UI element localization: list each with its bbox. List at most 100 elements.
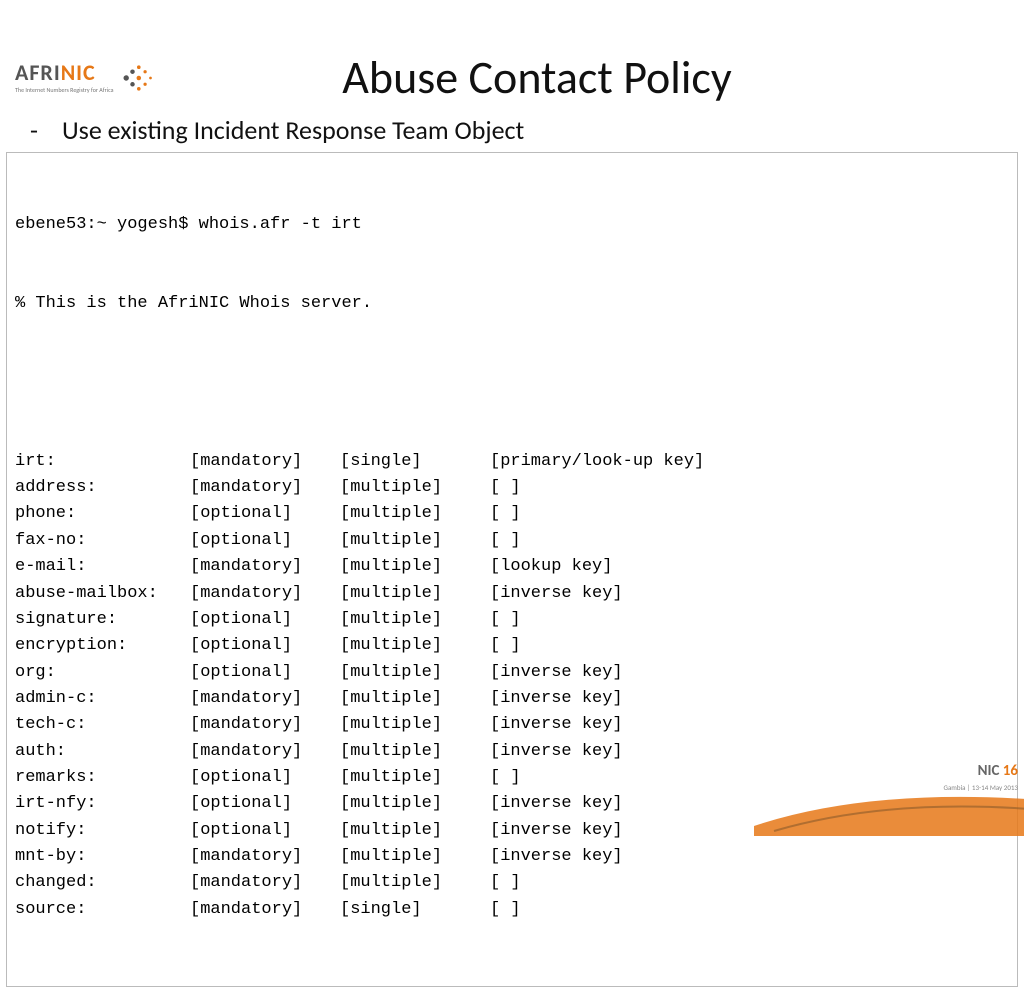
schema-cell-name: auth:	[15, 739, 190, 765]
schema-row: phone:[optional][multiple][ ]	[15, 501, 1009, 527]
schema-cell-key: [primary/look-up key]	[490, 449, 1009, 475]
schema-cell-key: [ ]	[490, 607, 1009, 633]
schema-cell-key: [inverse key]	[490, 844, 1009, 870]
schema-cell-name: tech-c:	[15, 712, 190, 738]
schema-cell-card: [single]	[340, 897, 490, 923]
schema-cell-card: [multiple]	[340, 607, 490, 633]
schema-cell-card: [multiple]	[340, 765, 490, 791]
schema-cell-name: irt:	[15, 449, 190, 475]
schema-cell-req: [optional]	[190, 791, 340, 817]
schema-cell-card: [multiple]	[340, 475, 490, 501]
schema-cell-name: signature:	[15, 607, 190, 633]
schema-cell-req: [mandatory]	[190, 844, 340, 870]
schema-row: fax-no:[optional][multiple][ ]	[15, 528, 1009, 554]
schema-row: signature:[optional][multiple][ ]	[15, 607, 1009, 633]
schema-cell-req: [optional]	[190, 660, 340, 686]
schema-table: irt:[mandatory][single][primary/look-up …	[15, 449, 1009, 923]
schema-cell-req: [optional]	[190, 633, 340, 659]
schema-cell-name: phone:	[15, 501, 190, 527]
slide-title: Abuse Contact Policy	[50, 50, 1024, 106]
schema-cell-key: [ ]	[490, 528, 1009, 554]
schema-cell-name: changed:	[15, 870, 190, 896]
schema-cell-name: mnt-by:	[15, 844, 190, 870]
schema-cell-req: [optional]	[190, 528, 340, 554]
schema-cell-key: [ ]	[490, 633, 1009, 659]
brand-dots-icon	[117, 60, 157, 96]
schema-cell-card: [multiple]	[340, 686, 490, 712]
terminal-frame: ebene53:~ yogesh$ whois.afr -t irt % Thi…	[6, 152, 1018, 987]
brand-logo: AFRINIC The Internet Numbers Registry fo…	[15, 60, 157, 96]
schema-cell-card: [multiple]	[340, 870, 490, 896]
swoosh-decoration-icon	[754, 776, 1024, 836]
schema-cell-key: [lookup key]	[490, 554, 1009, 580]
schema-cell-card: [multiple]	[340, 739, 490, 765]
schema-cell-req: [mandatory]	[190, 739, 340, 765]
schema-cell-key: [ ]	[490, 475, 1009, 501]
terminal-line: % This is the AfriNIC Whois server.	[15, 291, 1009, 317]
schema-cell-card: [multiple]	[340, 501, 490, 527]
schema-cell-name: address:	[15, 475, 190, 501]
schema-cell-req: [optional]	[190, 818, 340, 844]
schema-cell-name: e-mail:	[15, 554, 190, 580]
terminal-line: ebene53:~ yogesh$ whois.afr -t irt	[15, 212, 1009, 238]
schema-cell-req: [mandatory]	[190, 712, 340, 738]
schema-cell-key: [inverse key]	[490, 686, 1009, 712]
brand-wordmark: AFRINIC	[15, 62, 113, 84]
schema-cell-card: [multiple]	[340, 818, 490, 844]
schema-row: address:[mandatory][multiple][ ]	[15, 475, 1009, 501]
schema-cell-key: [inverse key]	[490, 712, 1009, 738]
schema-row: changed:[mandatory][multiple][ ]	[15, 870, 1009, 896]
schema-cell-req: [mandatory]	[190, 475, 340, 501]
bullet-text: Use existing Incident Response Team Obje…	[62, 114, 524, 146]
schema-cell-card: [multiple]	[340, 844, 490, 870]
schema-cell-card: [multiple]	[340, 712, 490, 738]
schema-cell-req: [mandatory]	[190, 581, 340, 607]
schema-row: tech-c:[mandatory][multiple][inverse key…	[15, 712, 1009, 738]
terminal-output: ebene53:~ yogesh$ whois.afr -t irt % Thi…	[15, 159, 1009, 976]
schema-cell-card: [multiple]	[340, 554, 490, 580]
schema-row: source:[mandatory][single][ ]	[15, 897, 1009, 923]
schema-cell-card: [multiple]	[340, 581, 490, 607]
schema-cell-req: [optional]	[190, 607, 340, 633]
schema-cell-card: [multiple]	[340, 633, 490, 659]
schema-row: e-mail:[mandatory][multiple][lookup key]	[15, 554, 1009, 580]
schema-row: auth:[mandatory][multiple][inverse key]	[15, 739, 1009, 765]
brand-text-a: AFRI	[15, 59, 61, 86]
schema-cell-req: [optional]	[190, 765, 340, 791]
schema-cell-card: [multiple]	[340, 528, 490, 554]
schema-cell-key: [ ]	[490, 501, 1009, 527]
schema-cell-req: [mandatory]	[190, 554, 340, 580]
schema-cell-key: [inverse key]	[490, 739, 1009, 765]
schema-cell-key: [ ]	[490, 870, 1009, 896]
schema-cell-name: source:	[15, 897, 190, 923]
terminal-blank	[15, 370, 1009, 396]
schema-cell-req: [mandatory]	[190, 897, 340, 923]
schema-cell-name: encryption:	[15, 633, 190, 659]
schema-cell-name: org:	[15, 660, 190, 686]
schema-row: irt:[mandatory][single][primary/look-up …	[15, 449, 1009, 475]
schema-cell-card: [multiple]	[340, 660, 490, 686]
schema-row: admin-c:[mandatory][multiple][inverse ke…	[15, 686, 1009, 712]
bullet-dash: -	[30, 114, 40, 146]
schema-cell-req: [optional]	[190, 501, 340, 527]
schema-cell-name: abuse-mailbox:	[15, 581, 190, 607]
schema-cell-key: [ ]	[490, 897, 1009, 923]
brand-tagline: The Internet Numbers Registry for Africa	[15, 86, 113, 94]
schema-row: mnt-by:[mandatory][multiple][inverse key…	[15, 844, 1009, 870]
bullet-item: - Use existing Incident Response Team Ob…	[30, 114, 1024, 146]
schema-cell-card: [multiple]	[340, 791, 490, 817]
schema-cell-key: [inverse key]	[490, 581, 1009, 607]
schema-cell-req: [mandatory]	[190, 449, 340, 475]
schema-cell-req: [mandatory]	[190, 870, 340, 896]
schema-cell-name: admin-c:	[15, 686, 190, 712]
schema-cell-name: fax-no:	[15, 528, 190, 554]
schema-cell-name: remarks:	[15, 765, 190, 791]
schema-cell-key: [inverse key]	[490, 660, 1009, 686]
brand-text-b: NIC	[61, 59, 96, 86]
schema-cell-name: notify:	[15, 818, 190, 844]
schema-row: abuse-mailbox:[mandatory][multiple][inve…	[15, 581, 1009, 607]
schema-row: org:[optional][multiple][inverse key]	[15, 660, 1009, 686]
schema-cell-req: [mandatory]	[190, 686, 340, 712]
schema-cell-card: [single]	[340, 449, 490, 475]
schema-row: encryption:[optional][multiple][ ]	[15, 633, 1009, 659]
